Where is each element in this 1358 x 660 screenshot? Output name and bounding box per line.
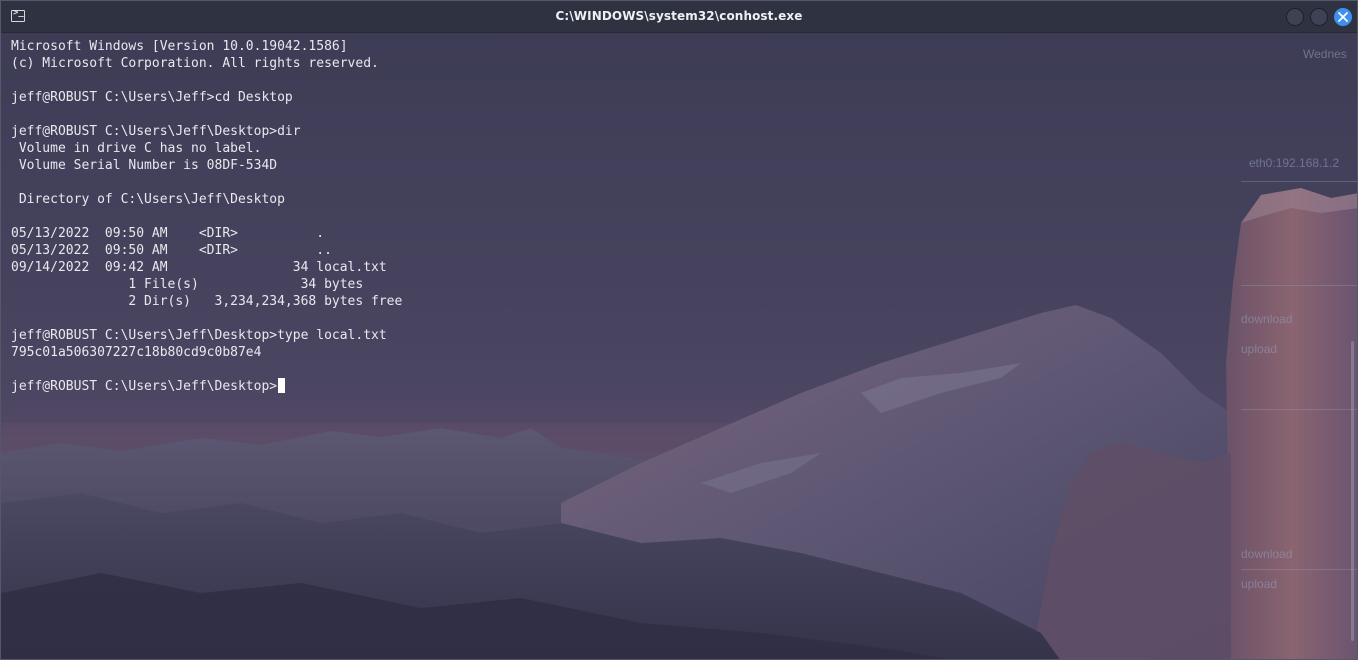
widget-divider (1241, 181, 1357, 182)
title-bar[interactable]: >_ C:\WINDOWS\system32\conhost.exe (1, 1, 1357, 33)
widget-day-label: Wednes (1303, 47, 1347, 61)
window-title: C:\WINDOWS\system32\conhost.exe (555, 9, 803, 23)
close-button[interactable] (1334, 8, 1352, 26)
console-line: 2 Dir(s) 3,234,234,368 bytes free (11, 294, 403, 309)
console-window: Wednes eth0:192.168.1.2 download upload … (0, 0, 1358, 660)
widget-upload-label-2: upload (1241, 577, 1278, 591)
console-line: 1 File(s) 34 bytes (11, 277, 364, 292)
console-output[interactable]: Microsoft Windows [Version 10.0.19042.15… (11, 38, 402, 395)
console-line: jeff@ROBUST C:\Users\Jeff>cd Desktop (11, 90, 293, 105)
minimize-button[interactable] (1286, 8, 1304, 26)
widget-download-label: download (1241, 312, 1293, 326)
upload-graph-line (1241, 409, 1357, 410)
console-line: jeff@ROBUST C:\Users\Jeff\Desktop>type l… (11, 328, 387, 343)
console-line: Microsoft Windows [Version 10.0.19042.15… (11, 39, 348, 54)
close-icon (1338, 12, 1348, 22)
console-prompt: jeff@ROBUST C:\Users\Jeff\Desktop> (11, 379, 278, 394)
console-line: 05/13/2022 09:50 AM <DIR> . (11, 226, 325, 241)
console-line: Directory of C:\Users\Jeff\Desktop (11, 192, 285, 207)
maximize-button[interactable] (1310, 8, 1328, 26)
console-line: jeff@ROBUST C:\Users\Jeff\Desktop>dir (11, 124, 301, 139)
console-line: Volume Serial Number is 08DF-534D (11, 158, 278, 173)
widget-upload-label: upload (1241, 342, 1278, 356)
console-line: 09/14/2022 09:42 AM 34 local.txt (11, 260, 387, 275)
scrollbar[interactable] (1351, 341, 1354, 641)
console-line: Volume in drive C has no label. (11, 141, 262, 156)
widget-interface-label: eth0:192.168.1.2 (1249, 156, 1340, 170)
widget-download-label-2: download (1241, 547, 1293, 561)
console-prompt-line[interactable]: jeff@ROBUST C:\Users\Jeff\Desktop> (11, 378, 402, 395)
widget-divider-2 (1241, 569, 1357, 570)
download-graph-line (1241, 285, 1357, 286)
console-line: (c) Microsoft Corporation. All rights re… (11, 56, 379, 71)
text-cursor (278, 378, 286, 393)
console-line: 795c01a506307227c18b80cd9c0b87e4 (11, 345, 262, 360)
console-line: 05/13/2022 09:50 AM <DIR> .. (11, 243, 332, 258)
